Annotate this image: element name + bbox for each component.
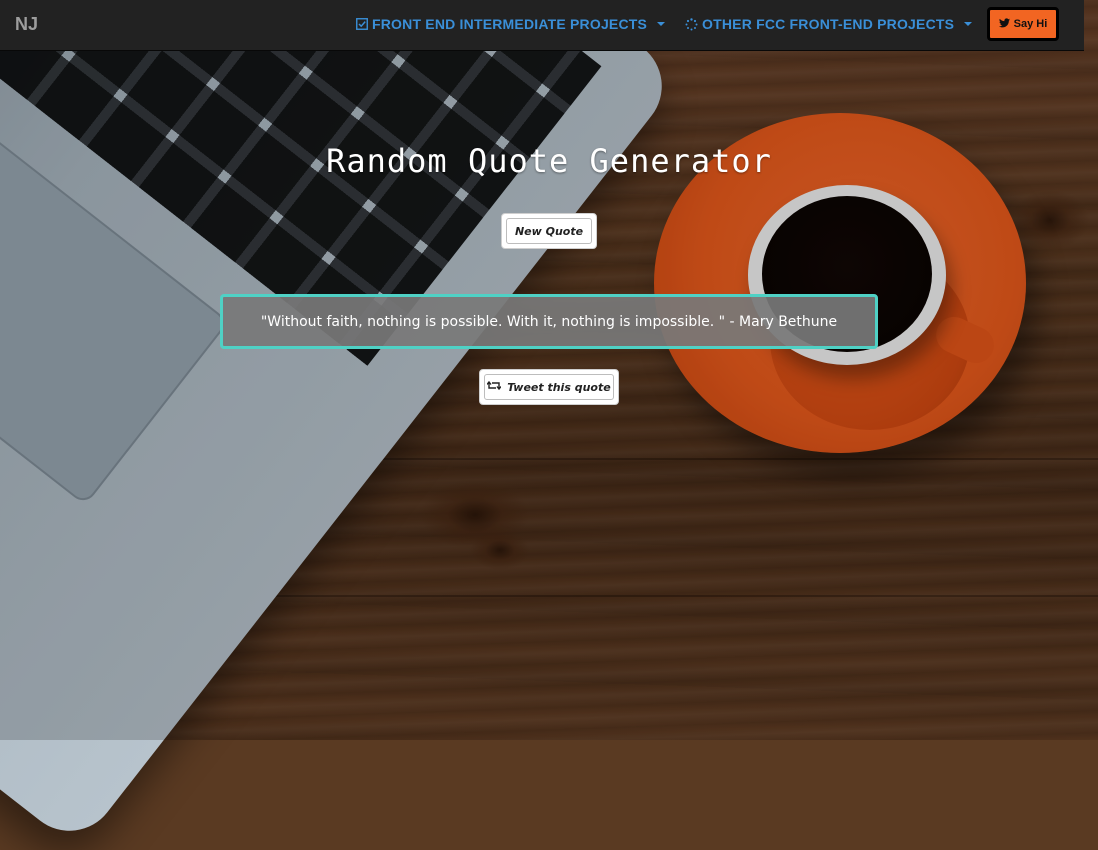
say-hi-label: Say Hi (1013, 18, 1048, 30)
tweet-button-frame: Tweet this quote (479, 369, 619, 405)
caret-down-icon (964, 22, 973, 26)
new-quote-button[interactable]: New Quote (506, 218, 592, 244)
checkbox-icon (355, 18, 368, 31)
other-fcc-projects-dropdown[interactable]: OTHER FCC FRONT-END PROJECTS (685, 16, 973, 32)
quote-text: "Without faith, nothing is possible. Wit… (260, 313, 838, 330)
dropdown-label: FRONT END INTERMEDIATE PROJECTS (372, 16, 648, 32)
tweet-quote-button[interactable]: Tweet this quote (484, 374, 614, 400)
say-hi-button[interactable]: Say Hi (987, 7, 1059, 41)
front-end-intermediate-projects-dropdown[interactable]: FRONT END INTERMEDIATE PROJECTS (355, 16, 666, 32)
quote-display: "Without faith, nothing is possible. Wit… (220, 294, 878, 349)
new-quote-button-frame: New Quote (501, 213, 597, 249)
dropdown-label: OTHER FCC FRONT-END PROJECTS (702, 16, 955, 32)
tweet-label: Tweet this quote (507, 380, 611, 394)
twitter-icon (998, 17, 1010, 31)
brand-logo[interactable]: NJ (15, 14, 38, 35)
spinner-icon (685, 17, 698, 31)
new-quote-label: New Quote (514, 224, 584, 238)
top-navbar: NJ FRONT END INTERMEDIATE PROJECTS OTHER… (0, 0, 1084, 51)
caret-down-icon (657, 22, 666, 26)
page-title: Random Quote Generator (326, 142, 772, 180)
retweet-icon (486, 380, 502, 394)
